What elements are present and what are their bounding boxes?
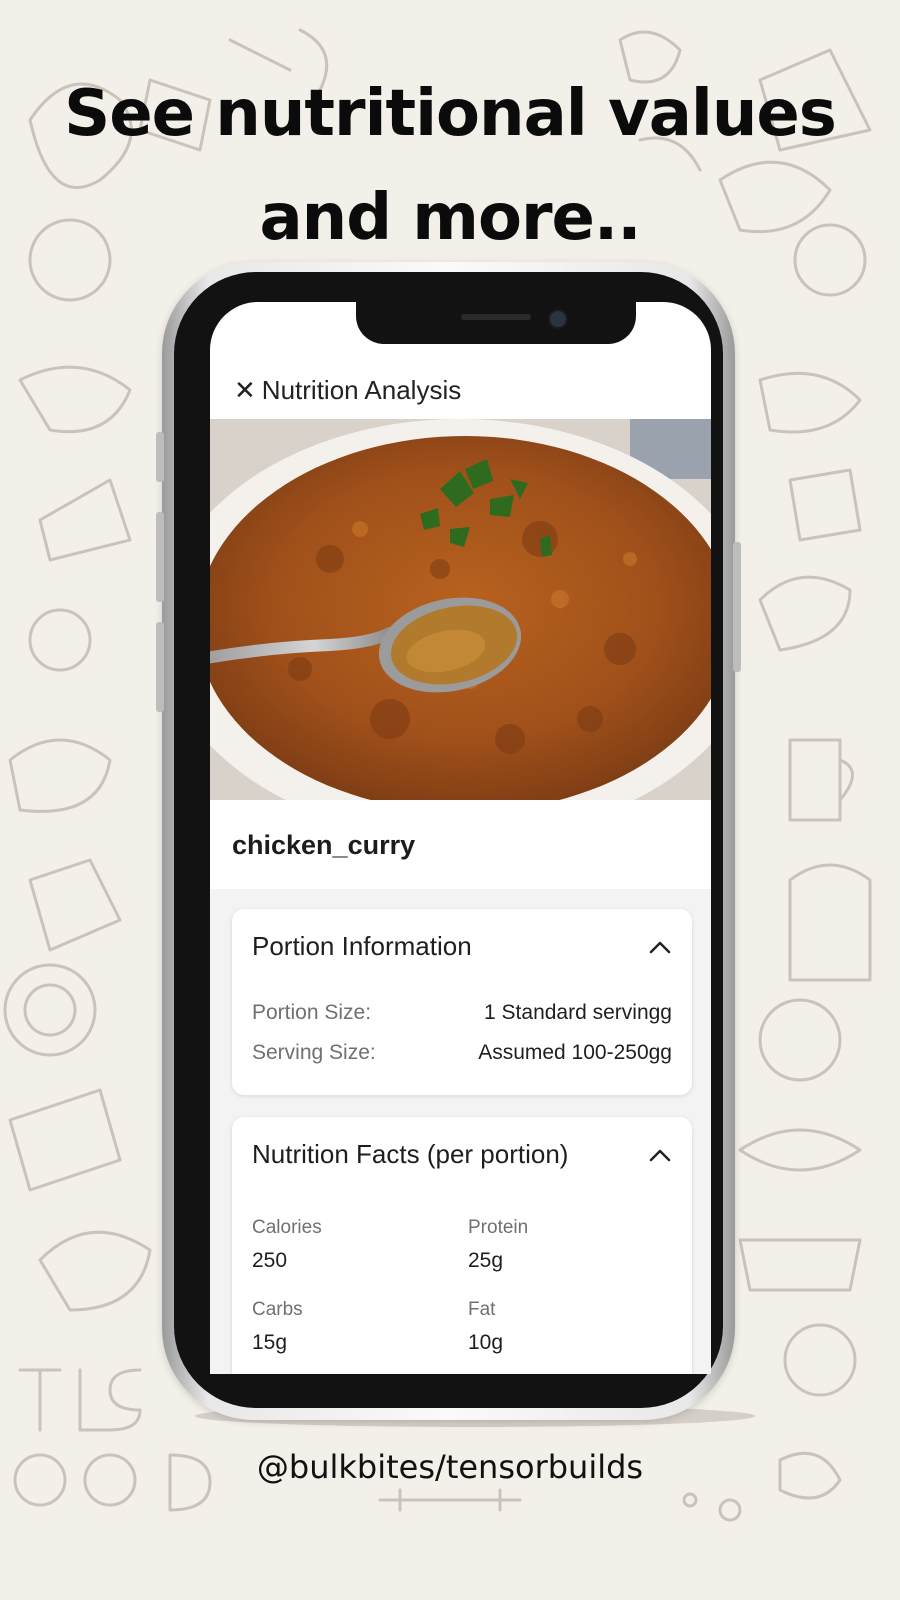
analysis-content: Portion Information Portion Size: 1 Stan… <box>210 889 711 1374</box>
chevron-up-icon[interactable] <box>648 939 672 955</box>
phone-screen: ✕ Nutrition Analysis chicken_curry Porti… <box>210 302 711 1374</box>
calories-label: Calories <box>252 1217 322 1238</box>
calories-value: 250 <box>252 1249 288 1272</box>
phone-bezel: ✕ Nutrition Analysis chicken_curry Porti… <box>174 272 723 1408</box>
close-icon[interactable]: ✕ <box>234 377 256 403</box>
front-camera <box>548 309 568 329</box>
carbs-value: 15g <box>252 1331 288 1354</box>
fat-value: 10g <box>468 1331 504 1354</box>
phone-volume-down-button <box>156 622 164 712</box>
food-name: chicken_curry <box>232 830 416 860</box>
nutrition-facts-card: Nutrition Facts (per portion) Calories 2… <box>232 1117 692 1374</box>
portion-info-card: Portion Information Portion Size: 1 Stan… <box>232 909 692 1095</box>
social-handle: @bulkbites/tensorbuilds <box>256 1448 644 1486</box>
portion-size-value: 1 Standard servingg <box>484 1001 672 1024</box>
headline-line-1: See nutritional values <box>64 77 837 151</box>
chevron-up-icon[interactable] <box>648 1147 672 1163</box>
phone-side-button <box>156 432 164 482</box>
speaker-grille <box>461 314 531 320</box>
headline: See nutritional values and more.. <box>0 62 900 270</box>
food-photo <box>210 419 711 800</box>
page-title: Nutrition Analysis <box>261 374 462 405</box>
portion-size-label: Portion Size: <box>252 1001 372 1024</box>
headline-line-2: and more.. <box>259 181 641 255</box>
protein-value: 25g <box>468 1249 504 1272</box>
nutrition-facts-title[interactable]: Nutrition Facts (per portion) <box>252 1139 568 1170</box>
serving-size-label: Serving Size: <box>252 1041 376 1064</box>
carbs-label: Carbs <box>252 1299 303 1320</box>
app-header: ✕ Nutrition Analysis <box>210 364 711 416</box>
phone-mockup: ✕ Nutrition Analysis chicken_curry Porti… <box>156 262 741 1420</box>
portion-info-title[interactable]: Portion Information <box>252 931 472 962</box>
phone-volume-up-button <box>156 512 164 602</box>
serving-size-value: Assumed 100-250gg <box>478 1041 672 1064</box>
phone-power-button <box>733 542 741 672</box>
protein-label: Protein <box>468 1217 529 1238</box>
fat-label: Fat <box>468 1299 496 1320</box>
phone-notch <box>356 302 636 344</box>
